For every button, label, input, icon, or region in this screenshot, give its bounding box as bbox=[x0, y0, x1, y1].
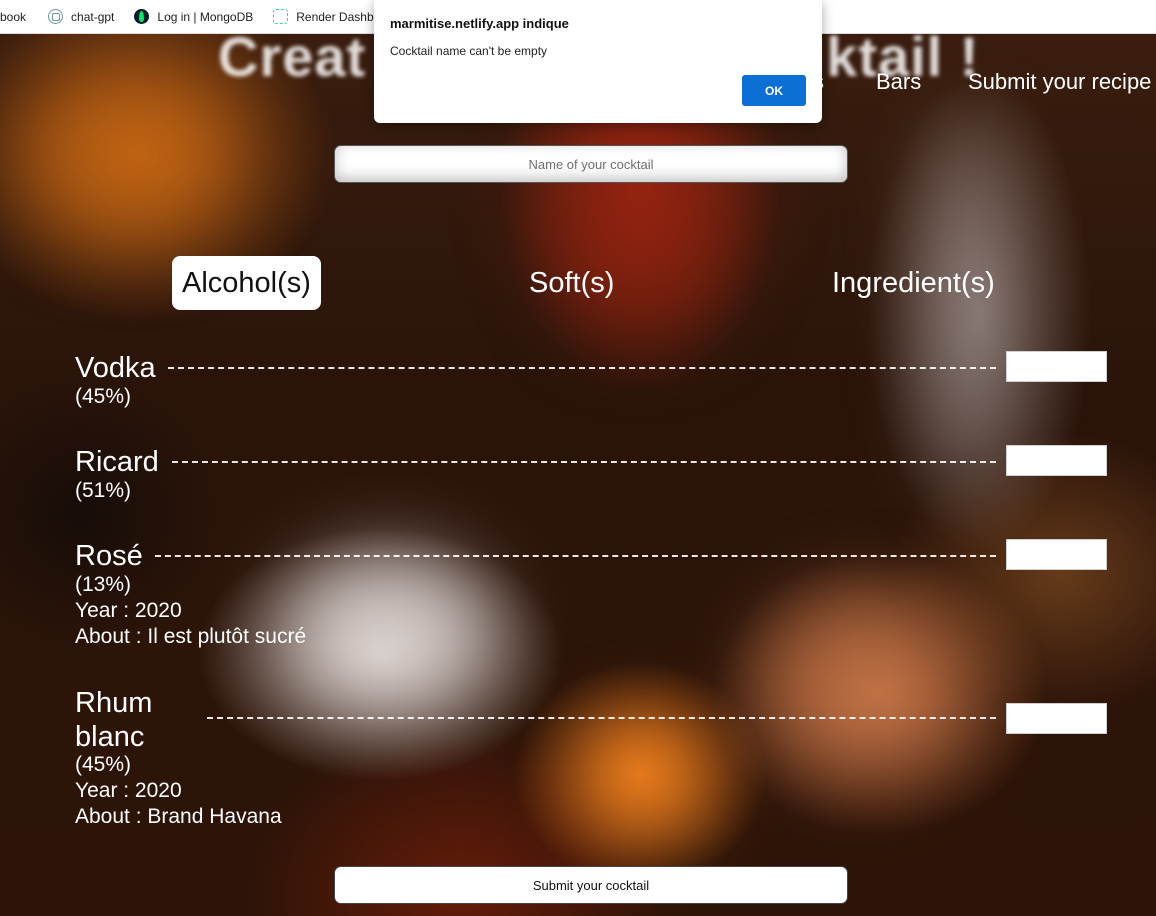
alcohol-degree: (45%) bbox=[75, 385, 132, 408]
dashed-leader bbox=[168, 367, 996, 369]
nav-item-bars[interactable]: Bars bbox=[876, 69, 921, 95]
alcohol-quantity-input[interactable] bbox=[1006, 445, 1107, 476]
alcohol-item-vodka: Vodka (45%) bbox=[75, 351, 1107, 410]
dialog-message: Cocktail name can't be empty bbox=[390, 44, 548, 58]
alcohol-degree: (51%) bbox=[75, 479, 132, 502]
alcohol-name-line1: Rhum bbox=[75, 687, 153, 719]
mongodb-leaf-icon bbox=[134, 9, 150, 24]
alcohol-name: Ricard bbox=[75, 446, 159, 478]
alcohol-item-ricard: Ricard (51%) bbox=[75, 445, 1107, 504]
nav-item-submit-recipe[interactable]: Submit your recipe bbox=[968, 69, 1151, 95]
dialog-title: marmitise.netlify.app indique bbox=[390, 16, 569, 31]
tab-ingredients[interactable]: Ingredient(s) bbox=[832, 256, 995, 310]
bookmark-render[interactable]: Render Dashboa bbox=[273, 0, 387, 33]
alcohol-about: About : Il est plutôt sucré bbox=[75, 625, 307, 648]
bookmark-label: Log in | MongoDB bbox=[157, 9, 254, 24]
alert-dialog: marmitise.netlify.app indique Cocktail n… bbox=[374, 0, 822, 123]
alcohol-item-rose: Rosé (13%) Year : 2020 About : Il est pl… bbox=[75, 539, 1107, 650]
alcohol-name-line2: blanc bbox=[75, 721, 145, 753]
dashed-leader bbox=[207, 717, 996, 719]
alcohol-quantity-input[interactable] bbox=[1006, 351, 1107, 382]
alcohol-about: About : Brand Havana bbox=[75, 805, 282, 828]
alcohol-year: Year : 2020 bbox=[75, 599, 182, 622]
render-icon bbox=[273, 9, 289, 24]
bookmark-mongodb[interactable]: Log in | MongoDB bbox=[134, 0, 253, 33]
submit-cocktail-button[interactable]: Submit your cocktail bbox=[334, 866, 848, 904]
bookmark-label: book bbox=[0, 9, 27, 24]
alcohol-name: Vodka bbox=[75, 352, 156, 384]
alcohol-name: Rhum blanc bbox=[75, 686, 152, 754]
alcohol-quantity-input[interactable] bbox=[1006, 539, 1107, 570]
alcohol-year: Year : 2020 bbox=[75, 779, 182, 802]
dashed-leader bbox=[172, 461, 996, 463]
dashed-leader bbox=[155, 555, 996, 557]
alcohol-item-rhum-blanc: Rhum blanc (45%) Year : 2020 About : Bra… bbox=[75, 686, 1107, 830]
alcohol-name: Rosé bbox=[75, 540, 143, 572]
bookmark-chat-gpt[interactable]: chat-gpt bbox=[48, 0, 114, 33]
bookmark-facebook[interactable]: book bbox=[0, 0, 26, 33]
category-tabs: Alcohol(s) Soft(s) Ingredient(s) bbox=[0, 256, 1156, 310]
alcohol-quantity-input[interactable] bbox=[1006, 703, 1107, 734]
alcohol-degree: (45%) bbox=[75, 753, 132, 776]
tab-softs[interactable]: Soft(s) bbox=[529, 256, 614, 310]
chatgpt-icon bbox=[48, 9, 64, 24]
bookmark-label: chat-gpt bbox=[71, 9, 115, 24]
cocktail-name-input[interactable] bbox=[334, 145, 848, 183]
tab-alcohols[interactable]: Alcohol(s) bbox=[172, 256, 321, 310]
dialog-ok-button[interactable]: OK bbox=[742, 75, 806, 106]
alcohol-degree: (13%) bbox=[75, 573, 132, 596]
